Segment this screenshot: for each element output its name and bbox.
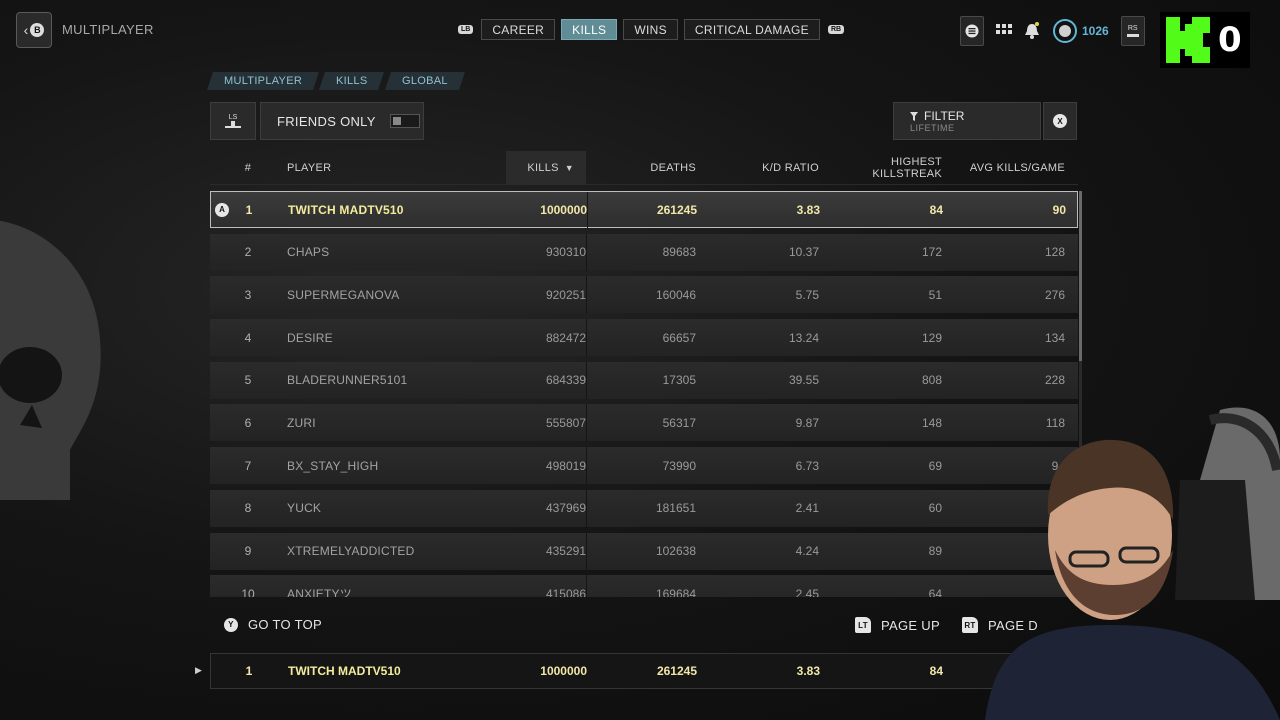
breadcrumb: MULTIPLAYER KILLS GLOBAL bbox=[207, 72, 465, 90]
lt-trigger-icon: LT bbox=[855, 617, 871, 633]
webcam-overlay bbox=[985, 407, 1280, 720]
y-button-badge: Y bbox=[224, 617, 238, 632]
top-icons-bar: 1026 RS bbox=[960, 16, 1145, 46]
table-row[interactable]: 3 SUPERMEGANOVA 920251 160046 5.75 51 27… bbox=[210, 276, 1078, 314]
kick-logo-icon bbox=[1166, 17, 1210, 63]
tab-critical-damage[interactable]: CRITICAL DAMAGE bbox=[683, 19, 820, 40]
page-up-label: PAGE UP bbox=[881, 617, 940, 633]
breadcrumb-multiplayer[interactable]: MULTIPLAYER bbox=[207, 72, 320, 90]
rt-trigger-icon: RT bbox=[962, 617, 978, 633]
table-row[interactable]: 7 BX_STAY_HIGH 498019 73990 6.73 69 94 bbox=[210, 447, 1078, 485]
stick-icon bbox=[225, 120, 241, 128]
table-row[interactable]: 6 ZURI 555807 56317 9.87 148 118 bbox=[210, 404, 1078, 442]
stream-overlay: 0 bbox=[1160, 12, 1250, 68]
back-button[interactable]: ‹ B bbox=[16, 12, 52, 48]
current-player-marker-icon: ▶ bbox=[195, 665, 202, 675]
col-header-rank: # bbox=[244, 161, 252, 174]
table-header: # PLAYER KILLS ▼ DEATHS K/D RATIO HIGHES… bbox=[210, 151, 1078, 185]
col-header-killstreak[interactable]: HIGHEST KILLSTREAK bbox=[819, 156, 942, 180]
sort-desc-icon: ▼ bbox=[564, 163, 574, 173]
col-header-kills[interactable]: KILLS ▼ bbox=[506, 151, 586, 185]
skull-emblem-icon bbox=[0, 220, 101, 500]
table-row[interactable]: 4 DESIRE 882472 66657 13.24 129 134 bbox=[210, 319, 1078, 357]
go-to-top-label: GO TO TOP bbox=[248, 617, 322, 632]
toggle-switch[interactable] bbox=[389, 114, 420, 128]
tab-wins[interactable]: WINS bbox=[623, 19, 678, 40]
col-header-avg[interactable]: AVG KILLS/GAME bbox=[942, 162, 1065, 174]
breadcrumb-kills[interactable]: KILLS bbox=[319, 72, 385, 90]
filter-button[interactable]: FILTER LIFETIME bbox=[893, 102, 1041, 140]
friends-only-label: FRIENDS ONLY bbox=[277, 113, 376, 129]
page-title: MULTIPLAYER bbox=[62, 22, 154, 37]
leaderboard-list: A 1 TWITCH MADTV510 1000000 261245 3.83 … bbox=[210, 191, 1078, 597]
chevron-left-icon: ‹ bbox=[23, 22, 29, 38]
friends-only-toggle[interactable]: FRIENDS ONLY bbox=[260, 102, 424, 140]
b-button-badge: B bbox=[30, 23, 45, 37]
menu-icon bbox=[965, 24, 979, 38]
scrollbar-thumb[interactable] bbox=[1079, 191, 1082, 361]
col-header-kd[interactable]: K/D RATIO bbox=[696, 162, 819, 174]
rb-bumper-icon[interactable]: RB bbox=[827, 25, 845, 34]
table-row[interactable]: 10 ANXIETYツ 415086 169684 2.45 64 bbox=[210, 575, 1078, 597]
page-up-button[interactable]: LT PAGE UP bbox=[855, 617, 940, 633]
filter-label: FILTER bbox=[924, 109, 965, 123]
table-row[interactable]: A 1 TWITCH MADTV510 1000000 261245 3.83 … bbox=[210, 191, 1078, 229]
menu-button[interactable] bbox=[960, 16, 984, 46]
notification-bell-icon[interactable] bbox=[1024, 22, 1040, 40]
player-emblem-icon[interactable] bbox=[1052, 18, 1078, 44]
footer-hints: Y GO TO TOP LT PAGE UP RT PAGE D bbox=[210, 600, 1078, 650]
current-player-row[interactable]: 1 TWITCH MADTV510 1000000 261245 3.83 84 bbox=[210, 653, 1078, 689]
rs-label: RS bbox=[1127, 25, 1138, 32]
table-row[interactable]: 5 BLADERUNNER5101 684339 17305 39.55 808… bbox=[210, 361, 1078, 399]
tab-kills[interactable]: KILLS bbox=[561, 19, 618, 40]
grid-icon[interactable] bbox=[996, 24, 1012, 38]
rs-bar-icon bbox=[1126, 34, 1139, 37]
leaderboard-tabs: LB CAREER KILLS WINS CRITICAL DAMAGE RB bbox=[456, 19, 846, 40]
clear-filter-button[interactable]: X bbox=[1043, 102, 1077, 140]
col-header-deaths[interactable]: DEATHS bbox=[586, 162, 696, 174]
player-level: 1026 bbox=[1082, 24, 1109, 38]
col-header-player[interactable]: PLAYER bbox=[287, 162, 487, 174]
sort-stick-button[interactable]: LS bbox=[210, 102, 256, 140]
x-button-badge: X bbox=[1053, 114, 1067, 128]
table-row[interactable]: 2 CHAPS 930310 89683 10.37 172 128 bbox=[210, 233, 1078, 271]
filter-funnel-icon bbox=[910, 111, 918, 121]
filter-value: LIFETIME bbox=[910, 123, 955, 133]
lb-bumper-icon[interactable]: LB bbox=[458, 25, 474, 34]
tab-career[interactable]: CAREER bbox=[481, 19, 556, 40]
breadcrumb-global[interactable]: GLOBAL bbox=[384, 72, 465, 90]
rs-button[interactable]: RS bbox=[1120, 16, 1145, 46]
table-row[interactable]: 9 XTREMELYADDICTED 435291 102638 4.24 89 bbox=[210, 532, 1078, 570]
go-to-top-button[interactable]: Y GO TO TOP bbox=[224, 617, 322, 632]
overlay-counter: 0 bbox=[1218, 20, 1242, 60]
ls-label: LS bbox=[228, 113, 238, 121]
table-row[interactable]: 8 YUCK 437969 181651 2.41 60 bbox=[210, 489, 1078, 527]
